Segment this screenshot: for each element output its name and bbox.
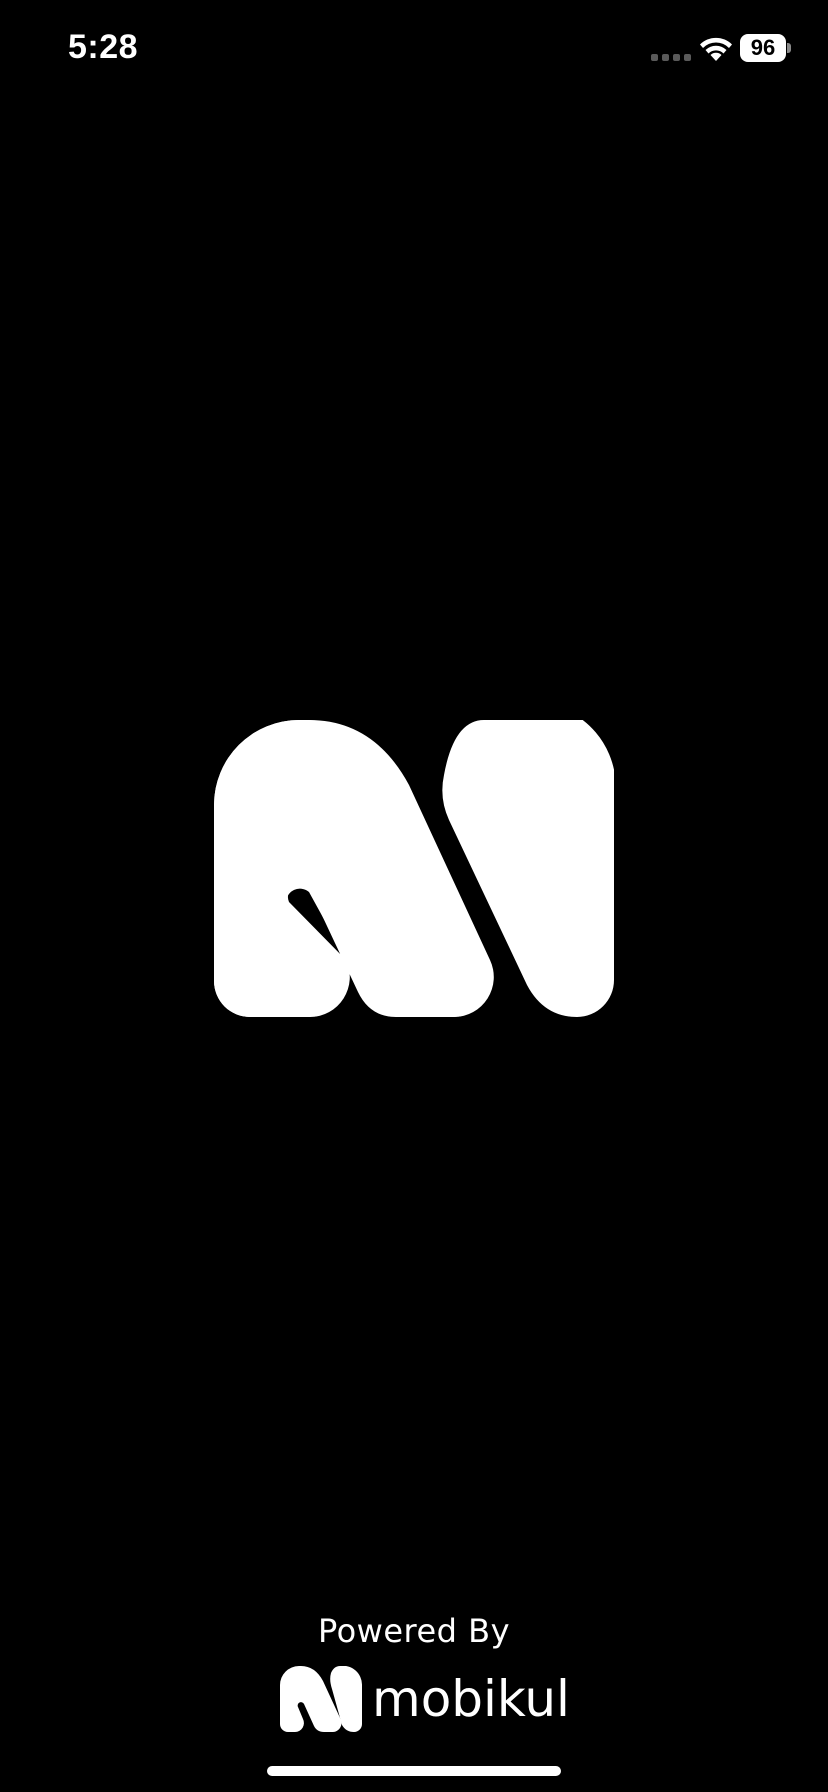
wifi-icon: [700, 37, 732, 61]
status-bar: 5:28 96: [0, 0, 828, 100]
signal-icon: [651, 54, 691, 61]
powered-by-label: Powered By: [317, 1612, 511, 1650]
battery-level: 96: [750, 35, 776, 60]
mobikul-brand: mobikul: [280, 1666, 570, 1732]
battery-icon: 96: [740, 34, 791, 62]
home-indicator[interactable]: [267, 1766, 561, 1776]
status-time: 5:28: [68, 28, 139, 66]
mobikul-logo-icon: [280, 1666, 362, 1732]
splash-screen: 5:28 96 Powered By mobikul: [0, 0, 828, 1792]
battery-cap: [787, 43, 791, 53]
brand-name: mobikul: [372, 1670, 570, 1728]
app-logo-icon: [214, 720, 614, 1017]
